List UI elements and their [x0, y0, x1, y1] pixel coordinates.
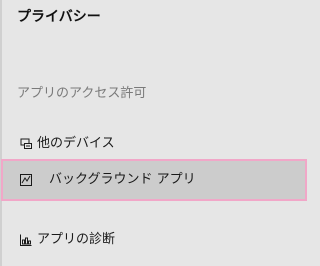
- nav-item-label: バックグラウンド アプリ: [49, 172, 196, 187]
- nav-item-label: 他のデバイス: [37, 136, 115, 151]
- page-title: プライバシー: [17, 9, 101, 25]
- nav-item-app-diagnostics[interactable]: アプリの診断: [3, 222, 305, 258]
- section-header-app-permissions: アプリのアクセス許可: [17, 86, 147, 101]
- nav-item-other-devices[interactable]: 他のデバイス: [3, 125, 305, 163]
- devices-icon: [20, 138, 32, 149]
- background-apps-icon: [20, 174, 32, 186]
- settings-nav-panel: プライバシー アプリのアクセス許可 他のデバイス バックグラウンド アプリ アプ…: [0, 0, 308, 266]
- panel-edge-divider: [0, 0, 2, 266]
- nav-item-label: アプリの診断: [37, 232, 116, 247]
- nav-item-background-apps[interactable]: バックグラウンド アプリ: [1, 159, 307, 201]
- app-diagnostics-icon: [20, 234, 32, 246]
